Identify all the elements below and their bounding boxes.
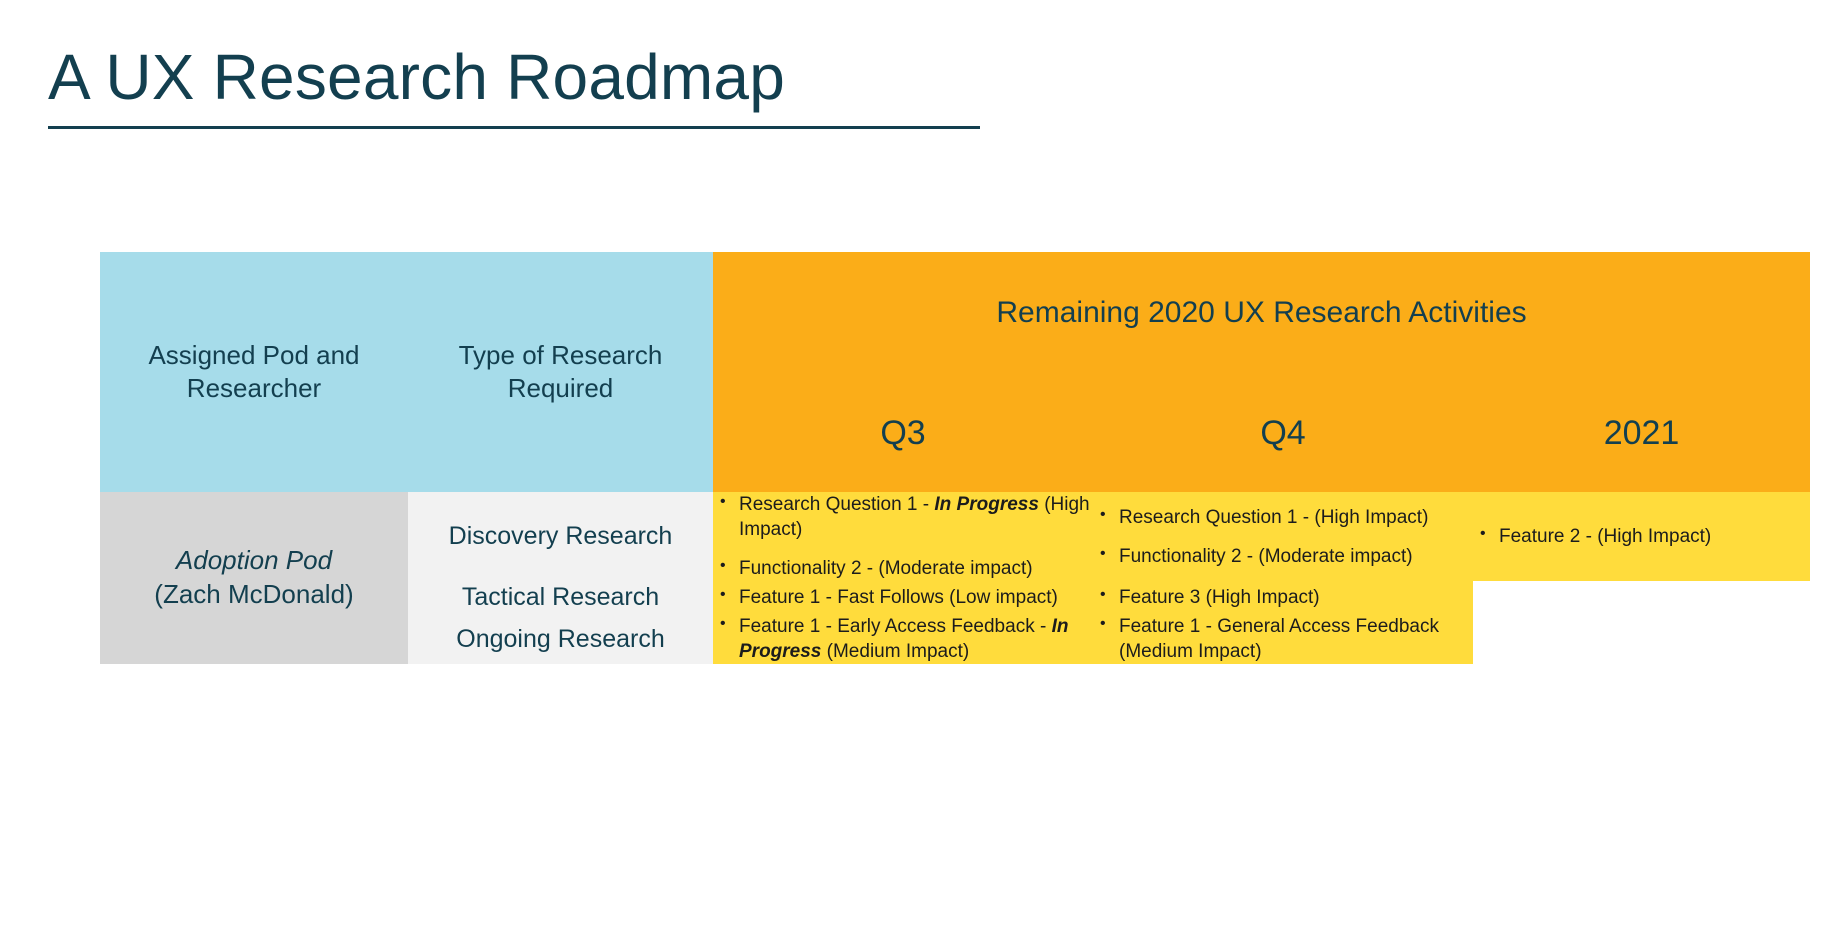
column-header-2021: 2021: [1473, 374, 1811, 492]
cell-q3-1: Feature 1 - Fast Follows (Low impact): [713, 581, 1093, 614]
cell-q3-2: Feature 1 - Early Access Feedback - In P…: [713, 613, 1093, 664]
column-header-assigned-pod: Assigned Pod and Researcher: [100, 252, 408, 492]
list-item: Feature 1 - Fast Follows (Low impact): [720, 584, 1093, 610]
title-block: A UX Research Roadmap: [48, 41, 1048, 129]
list-item: Research Question 1 - (High Impact): [1100, 504, 1473, 530]
title-underline-divider: [48, 125, 980, 129]
status-emphasis: In Progress: [739, 615, 1069, 662]
table-row: Adoption Pod (Zach McDonald) Discovery R…: [100, 491, 1811, 664]
cell-research-type-1: Tactical Research: [408, 581, 713, 614]
slide-canvas: A UX Research Roadmap Assigned Pod and R…: [0, 0, 1824, 952]
cell-q4-1: Feature 3 (High Impact): [1093, 581, 1473, 614]
cell-2021-1: [1473, 581, 1811, 614]
cell-2021-0: Feature 2 - (High Impact): [1473, 492, 1811, 582]
page-title: A UX Research Roadmap: [48, 41, 786, 113]
column-header-activities-group: Remaining 2020 UX Research Activities: [713, 252, 1811, 374]
list-item: Feature 2 - (High Impact): [1480, 523, 1810, 549]
cell-2021-2: [1473, 613, 1811, 664]
cell-research-type-0: Discovery Research: [408, 492, 713, 582]
ux-research-roadmap-table: Assigned Pod and Researcher Type of Rese…: [100, 252, 1811, 664]
list-item: Feature 1 - Early Access Feedback - In P…: [720, 613, 1093, 664]
column-header-q3: Q3: [713, 374, 1093, 492]
status-emphasis: In Progress: [934, 494, 1039, 515]
column-header-research-type: Type of Research Required: [408, 252, 713, 492]
cell-q3-0: Research Question 1 - In Progress (High …: [713, 491, 1093, 582]
column-header-q4: Q4: [1093, 374, 1473, 492]
list-item: Feature 3 (High Impact): [1100, 584, 1473, 610]
table-header-row-group: Assigned Pod and Researcher Type of Rese…: [100, 252, 1811, 492]
cell-q4-0: Research Question 1 - (High Impact) Funct…: [1093, 492, 1473, 582]
cell-assigned-pod: Adoption Pod (Zach McDonald): [100, 492, 408, 664]
pod-name: Adoption Pod: [175, 545, 333, 576]
list-item: Feature 1 - General Access Feedback (Med…: [1100, 613, 1473, 664]
cell-research-type-2: Ongoing Research: [408, 613, 713, 664]
list-item: Functionality 2 - (Moderate impact): [720, 555, 1093, 581]
list-item: Research Question 1 - In Progress (High …: [720, 491, 1093, 542]
list-item: Functionality 2 - (Moderate impact): [1100, 543, 1473, 569]
pod-researcher: (Zach McDonald): [154, 578, 354, 609]
cell-q4-2: Feature 1 - General Access Feedback (Med…: [1093, 613, 1473, 664]
